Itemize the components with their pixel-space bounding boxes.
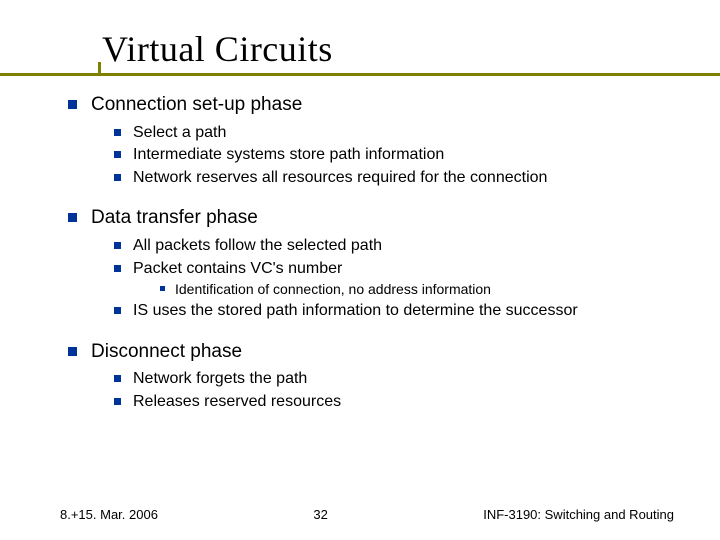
list-item: Network forgets the path (114, 368, 678, 390)
list-item-text: IS uses the stored path information to d… (133, 300, 578, 322)
list-item-text: Network forgets the path (133, 368, 307, 390)
slide: Virtual Circuits Connection set-up phase… (0, 0, 720, 413)
list-item: Intermediate systems store path informat… (114, 144, 678, 166)
section-heading: Connection set-up phase (68, 92, 678, 118)
square-bullet-icon (114, 151, 121, 158)
square-bullet-icon (68, 347, 77, 356)
square-bullet-icon (114, 307, 121, 314)
list-item: Packet contains VC's number (114, 258, 678, 280)
square-bullet-icon (160, 286, 165, 291)
footer-date: 8.+15. Mar. 2006 (60, 507, 158, 522)
footer-page-number: 32 (313, 507, 327, 522)
sub-list-item: Identification of connection, no address… (160, 280, 678, 299)
section-heading-text: Disconnect phase (91, 339, 242, 365)
footer-course: INF-3190: Switching and Routing (483, 507, 674, 522)
square-bullet-icon (68, 213, 77, 222)
square-bullet-icon (68, 100, 77, 109)
list-item-text: Packet contains VC's number (133, 258, 342, 280)
slide-title: Virtual Circuits (102, 28, 678, 70)
list-item: All packets follow the selected path (114, 235, 678, 257)
list-item: Network reserves all resources required … (114, 167, 678, 189)
list-item: IS uses the stored path information to d… (114, 300, 678, 322)
list-item-text: Intermediate systems store path informat… (133, 144, 444, 166)
list-item-text: Releases reserved resources (133, 391, 341, 413)
title-area: Virtual Circuits (60, 28, 678, 70)
title-underline (0, 73, 720, 76)
list-item-text: Network reserves all resources required … (133, 167, 547, 189)
content: Connection set-up phase Select a path In… (60, 92, 678, 413)
list-item: Releases reserved resources (114, 391, 678, 413)
square-bullet-icon (114, 398, 121, 405)
square-bullet-icon (114, 174, 121, 181)
list-item: Select a path (114, 122, 678, 144)
section-heading: Disconnect phase (68, 339, 678, 365)
section-heading-text: Data transfer phase (91, 205, 258, 231)
footer: 8.+15. Mar. 2006 32 INF-3190: Switching … (0, 507, 720, 522)
section-heading: Data transfer phase (68, 205, 678, 231)
square-bullet-icon (114, 265, 121, 272)
section-heading-text: Connection set-up phase (91, 92, 302, 118)
list-item-text: All packets follow the selected path (133, 235, 382, 257)
square-bullet-icon (114, 129, 121, 136)
sub-list-item-text: Identification of connection, no address… (175, 280, 491, 299)
square-bullet-icon (114, 375, 121, 382)
list-item-text: Select a path (133, 122, 226, 144)
square-bullet-icon (114, 242, 121, 249)
